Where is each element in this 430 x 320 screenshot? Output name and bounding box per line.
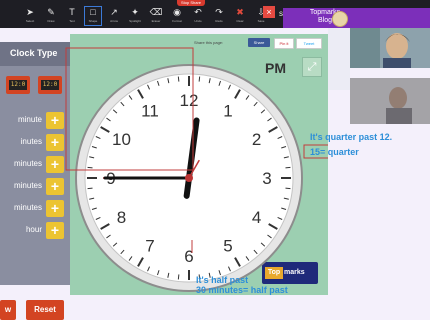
- right-strip: [328, 28, 350, 90]
- participant-video-1[interactable]: [350, 28, 430, 68]
- reset-button[interactable]: Reset: [26, 300, 64, 320]
- annotation-rectangle: [65, 47, 194, 171]
- participant-video-2[interactable]: [350, 78, 430, 124]
- participant-avatar: [350, 28, 430, 68]
- annotation-quarter-past: It's quarter past 12.: [310, 132, 393, 142]
- annotation-half-equals: 30 minutes= half past: [196, 285, 288, 295]
- now-button[interactable]: w: [0, 300, 16, 320]
- participant-avatar: [350, 78, 430, 124]
- annotation-quarter-equals: 15= quarter: [310, 147, 359, 157]
